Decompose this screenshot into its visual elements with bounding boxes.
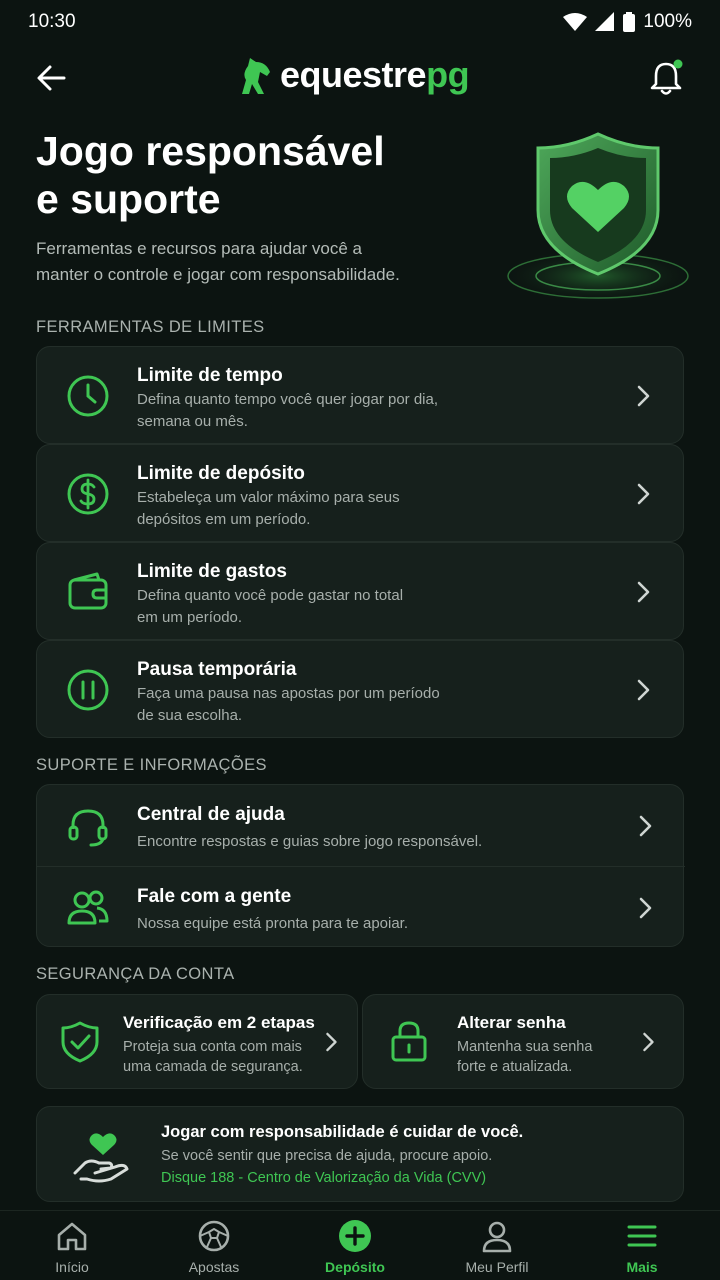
two-step-desc: Proteja sua conta com mais uma camada de… <box>123 1039 303 1076</box>
wallet-icon <box>68 572 108 610</box>
limit-spending-title: Limite de gastos <box>137 561 287 582</box>
pause-card[interactable]: Pausa temporária Faça uma pausa nas apos… <box>36 640 684 738</box>
hand-heart-icon <box>73 1133 129 1183</box>
battery-icon <box>623 12 636 32</box>
chevron-right-icon <box>643 1032 654 1052</box>
horse-icon <box>242 58 270 94</box>
clock-icon <box>67 375 109 417</box>
chevron-right-icon <box>637 385 650 407</box>
profile-icon <box>482 1221 512 1253</box>
chevron-right-icon <box>637 483 650 505</box>
limit-time-title: Limite de tempo <box>137 365 283 386</box>
support-card: Central de ajuda Encontre respostas e gu… <box>36 784 685 948</box>
limit-time-desc: Defina quanto tempo você quer jogar por … <box>137 391 439 430</box>
tab-more-label: Mais <box>626 1259 658 1275</box>
shield-check-icon <box>61 1021 99 1063</box>
app-header: equestrepg <box>0 50 720 106</box>
contact-desc: Nossa equipe está pronta para te apoiar. <box>137 915 409 932</box>
banner-title: Jogar com responsabilidade é cuidar de v… <box>161 1123 524 1141</box>
tab-bets[interactable]: Apostas <box>144 1219 284 1275</box>
change-password-desc: Mantenha sua senha forte e atualizada. <box>457 1039 593 1076</box>
brand-name-accent: pg <box>426 54 470 95</box>
limit-time-card[interactable]: Limite de tempo Defina quanto tempo você… <box>36 346 684 444</box>
help-center-title: Central de ajuda <box>137 804 285 825</box>
tab-deposit[interactable]: Depósito <box>285 1219 425 1275</box>
tab-home-label: Início <box>55 1259 89 1275</box>
change-password-title: Alterar senha <box>457 1013 566 1032</box>
change-password-card[interactable]: Alterar senha Mantenha sua senha forte e… <box>362 994 684 1089</box>
limit-spending-desc: Defina quanto você pode gastar no total … <box>137 587 404 626</box>
section-title-support: SUPORTE E INFORMAÇÕES <box>36 756 267 774</box>
limit-spending-card[interactable]: Limite de gastos Defina quanto você pode… <box>36 542 684 640</box>
chevron-right-icon <box>637 581 650 603</box>
cvv-link[interactable]: Disque 188 - Centro de Valorização da Vi… <box>161 1170 486 1186</box>
menu-icon <box>627 1225 657 1247</box>
pause-title: Pausa temporária <box>137 659 297 680</box>
page-title: Jogo responsável e suporte <box>36 128 385 222</box>
two-step-title: Verificação em 2 etapas <box>123 1013 315 1032</box>
bell-icon[interactable] <box>646 58 686 98</box>
pause-icon <box>67 669 109 711</box>
lock-icon <box>391 1021 427 1062</box>
wifi-icon <box>563 13 588 31</box>
help-center-row[interactable]: Central de ajuda Encontre respostas e gu… <box>37 785 685 866</box>
shield-heart-illustration <box>498 132 698 304</box>
section-title-security: SEGURANÇA DA CONTA <box>36 965 235 983</box>
dollar-icon <box>67 473 109 515</box>
chevron-right-icon <box>637 679 650 701</box>
tab-profile-label: Meu Perfil <box>465 1259 529 1275</box>
limit-deposit-desc: Estabeleça um valor máximo para seus dep… <box>137 489 400 528</box>
tab-deposit-label: Depósito <box>325 1259 385 1275</box>
plus-circle-icon <box>339 1220 371 1252</box>
users-icon <box>67 890 109 925</box>
contact-title: Fale com a gente <box>137 886 292 907</box>
section-title-limits: FERRAMENTAS DE LIMITES <box>36 318 265 336</box>
home-icon <box>57 1222 87 1251</box>
battery-level: 100% <box>643 11 692 32</box>
page-subtitle: Ferramentas e recursos para ajudar você … <box>36 238 400 285</box>
status-bar: 10:30 100% <box>0 0 720 44</box>
brand-name: equestre <box>280 54 427 95</box>
chevron-right-icon <box>639 815 652 837</box>
status-time: 10:30 <box>28 11 76 32</box>
chevron-right-icon <box>326 1032 337 1052</box>
limit-deposit-card[interactable]: Limite de depósito Estabeleça um valor m… <box>36 444 684 542</box>
banner-text: Se você sentir que precisa de ajuda, pro… <box>161 1148 493 1164</box>
responsible-banner: Jogar com responsabilidade é cuidar de v… <box>36 1106 684 1202</box>
help-center-desc: Encontre respostas e guias sobre jogo re… <box>137 833 483 850</box>
bottom-tab-bar: Início Apostas Depósito Meu Perfil Mais <box>0 1210 720 1280</box>
contact-row[interactable]: Fale com a gente Nossa equipe está pront… <box>37 867 685 948</box>
chevron-right-icon <box>639 897 652 919</box>
tab-more[interactable]: Mais <box>572 1219 712 1275</box>
two-step-card[interactable]: Verificação em 2 etapas Proteja sua cont… <box>36 994 358 1089</box>
tab-home[interactable]: Início <box>2 1219 142 1275</box>
ball-icon <box>198 1220 230 1252</box>
hero: Jogo responsável e suporte Ferramentas e… <box>36 128 476 289</box>
back-arrow-icon[interactable] <box>34 60 70 96</box>
pause-desc: Faça uma pausa nas apostas por um períod… <box>137 685 440 724</box>
signal-icon <box>595 12 615 31</box>
tab-bets-label: Apostas <box>188 1259 240 1275</box>
brand-logo: equestrepg <box>234 54 470 96</box>
limit-deposit-title: Limite de depósito <box>137 463 305 484</box>
tab-profile[interactable]: Meu Perfil <box>427 1219 567 1275</box>
headset-icon <box>68 809 108 847</box>
